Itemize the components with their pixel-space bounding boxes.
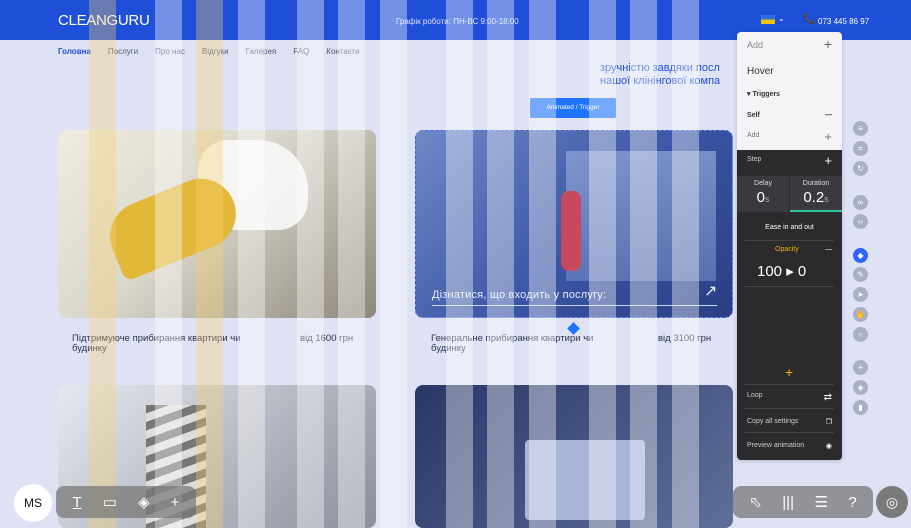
divider <box>745 408 834 409</box>
self-label: Self <box>747 112 760 119</box>
phone-number[interactable]: 073 445 86 97 <box>818 17 869 26</box>
cursor-icon[interactable]: ➤ <box>853 287 868 302</box>
nav-item-home[interactable]: Головна <box>58 47 91 56</box>
stack-tool-icon[interactable]: ☰ <box>814 493 827 511</box>
divider <box>745 432 834 433</box>
person-image <box>561 191 581 271</box>
arrow-up-right-icon[interactable]: ↗ <box>704 281 717 301</box>
plus-icon[interactable]: + <box>824 153 832 168</box>
grid-column-overlay <box>630 0 657 528</box>
section-tool-icon[interactable]: ▭ <box>103 493 117 511</box>
eye-icon[interactable]: ◉ <box>826 442 832 450</box>
refresh-icon[interactable]: ↻ <box>853 161 868 176</box>
language-flag-icon[interactable] <box>761 15 775 24</box>
copy-settings-label: Copy all settings <box>747 418 799 425</box>
grid-column-overlay <box>297 0 324 528</box>
grid-column-overlay <box>446 0 473 528</box>
divider <box>745 240 834 241</box>
paint-icon[interactable]: ✎ <box>853 267 868 282</box>
grid-column-overlay <box>89 0 116 528</box>
divider <box>745 384 834 385</box>
select-tool-icon[interactable]: ⬁ <box>749 493 762 511</box>
avatar[interactable]: MS <box>14 484 52 522</box>
add-input[interactable]: Add <box>747 40 763 50</box>
step-label: Step <box>747 156 762 163</box>
animation-panel: Add + Hover ▾ Triggers Self — Add + Step… <box>737 32 842 460</box>
preview-eye-icon[interactable]: ◎ <box>876 486 908 518</box>
triggers-label: ▾ Triggers <box>747 91 781 98</box>
layers-icon[interactable]: ◈ <box>853 380 868 395</box>
bookmark-icon[interactable]: ▮ <box>853 400 868 415</box>
hand-icon[interactable]: ✋ <box>853 307 868 322</box>
preview-label: Preview animation <box>747 442 805 449</box>
grid-column-overlay <box>589 0 616 528</box>
layers-tool-icon[interactable]: ◈ <box>138 493 150 511</box>
divider <box>745 286 834 287</box>
grid-column-overlay <box>487 0 514 528</box>
section-heading: зручністю завдяки посл нашої клінінгової… <box>600 62 740 88</box>
left-toolbar: T̲ ▭ ◈ + <box>56 486 196 518</box>
duration-value[interactable]: 0.2 <box>803 189 824 206</box>
minus-icon[interactable]: — <box>825 112 832 119</box>
columns-tool-icon[interactable]: ||| <box>782 494 794 511</box>
animation-icon[interactable]: ◆ <box>853 248 868 263</box>
plus-icon[interactable]: + <box>824 36 832 52</box>
opacity-label: Opacity <box>775 246 799 253</box>
delay-label: Delay <box>754 180 772 187</box>
right-toolbar: ⬁ ||| ☰ ? <box>733 486 873 518</box>
phone-icon: 📞 <box>803 14 816 25</box>
grid-column-overlay <box>529 0 556 528</box>
duration-field[interactable]: Duration 0.2s <box>790 176 842 212</box>
crop-icon[interactable]: ⌗ <box>853 141 868 156</box>
grid-column-overlay <box>672 0 699 528</box>
text-tool-icon[interactable]: T̲ <box>73 494 82 511</box>
circle-icon[interactable]: ○ <box>853 327 868 342</box>
chevron-down-icon[interactable]: ⌄ <box>778 14 785 23</box>
code-icon[interactable]: ‹› <box>853 214 868 229</box>
link-icon[interactable]: ∞ <box>853 195 868 210</box>
loop-label: Loop <box>747 392 763 399</box>
delay-value[interactable]: 0 <box>757 189 765 206</box>
minus-icon[interactable]: — <box>825 246 832 253</box>
add-tool-icon[interactable]: + <box>171 494 180 511</box>
easing-select[interactable]: Ease in and out <box>737 224 842 231</box>
opacity-value[interactable]: 100 ▸ 0 <box>757 262 806 280</box>
heading-line-1: зручністю завдяки посл <box>600 62 720 74</box>
copy-icon[interactable]: ❐ <box>826 418 832 426</box>
add-row[interactable]: Add + <box>737 36 842 52</box>
delay-field[interactable]: Delay 0s <box>737 176 789 212</box>
grid-column-overlay <box>155 0 182 528</box>
grid-column-overlay <box>196 0 223 528</box>
grid-column-overlay <box>238 0 265 528</box>
menu-icon[interactable]: ≡ <box>853 121 868 136</box>
hover-label: Hover <box>747 66 774 77</box>
duration-label: Duration <box>802 180 830 187</box>
add-trigger-label: Add <box>747 132 760 139</box>
add-circle-icon[interactable]: + <box>853 360 868 375</box>
help-icon[interactable]: ? <box>848 494 856 511</box>
duration-unit: s <box>824 194 829 204</box>
delay-unit: s <box>764 194 770 204</box>
grid-column-overlay <box>338 0 365 528</box>
add-property-plus-icon[interactable]: + <box>785 364 793 380</box>
grid-column-overlay <box>380 0 407 528</box>
plus-icon[interactable]: + <box>824 129 832 144</box>
loop-toggle-icon[interactable]: ⇄ <box>824 392 832 403</box>
step-editor: Step + Delay 0s Duration 0.2s Ease in an… <box>737 150 842 460</box>
heading-line-2: нашої клінінгової компа <box>600 75 721 87</box>
